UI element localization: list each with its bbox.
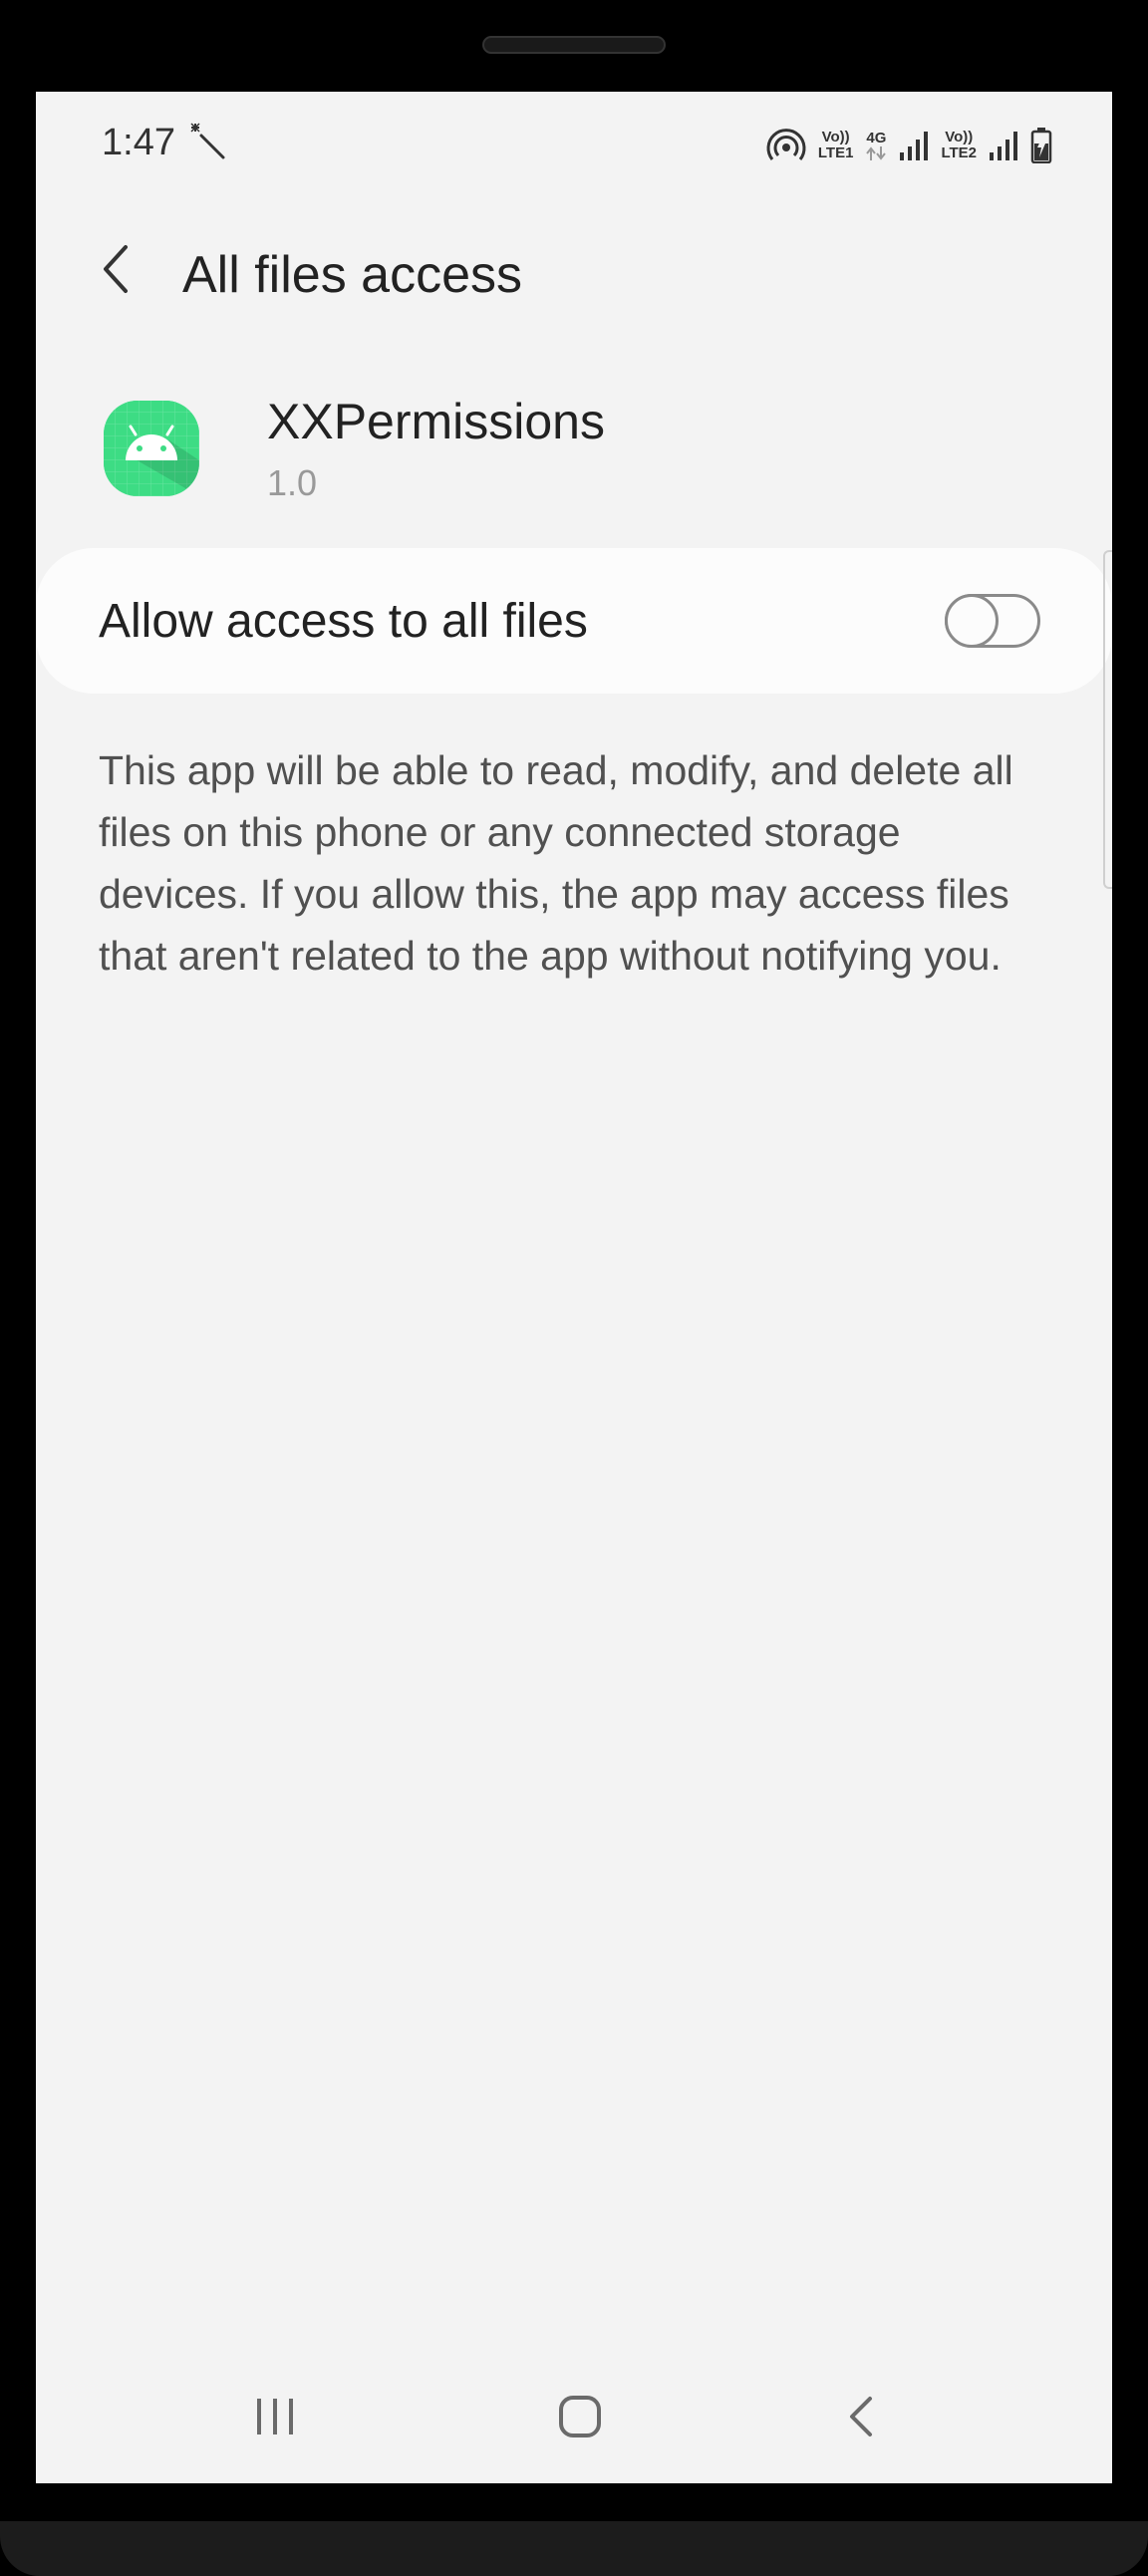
network-type-label: 4G xyxy=(866,130,887,146)
scroll-indicator xyxy=(1103,550,1112,889)
permission-description: This app will be able to read, modify, a… xyxy=(99,747,1013,979)
earpiece-speaker xyxy=(482,36,666,54)
nav-back-button[interactable] xyxy=(821,2384,901,2453)
volte-sim2-bottom: LTE2 xyxy=(941,144,977,161)
volte-sim2-top: Vo)) xyxy=(945,129,974,145)
toggle-knob xyxy=(945,594,999,648)
home-icon xyxy=(558,2395,602,2443)
signal-sim2-icon xyxy=(989,129,1018,162)
back-arrow-icon xyxy=(846,2395,876,2443)
android-robot-icon xyxy=(104,401,199,496)
home-button[interactable] xyxy=(540,2384,620,2453)
app-info: XXPermissions 1.0 xyxy=(36,381,1112,550)
status-icons: Vo)) LTE1 4G Vo)) LTE2 xyxy=(766,126,1052,165)
app-bar: All files access xyxy=(36,201,1112,341)
allow-all-files-toggle[interactable] xyxy=(945,594,1040,648)
status-bar: 1:47 Vo)) LTE1 4G Vo)) LTE2 xyxy=(36,92,1112,201)
chevron-left-icon xyxy=(98,241,134,302)
navigation-bar xyxy=(36,2354,1112,2483)
signal-sim1-icon xyxy=(899,129,929,162)
battery-charging-icon xyxy=(1030,128,1052,163)
phone-frame: 1:47 Vo)) LTE1 4G Vo)) LTE2 All files ac… xyxy=(0,0,1148,2576)
volte-sim2-indicator: Vo)) LTE2 xyxy=(941,130,977,161)
bottom-bezel xyxy=(0,2521,1148,2576)
network-type-indicator: 4G xyxy=(865,131,887,160)
data-arrows-icon xyxy=(865,146,887,160)
back-button[interactable] xyxy=(88,243,144,299)
magic-wand-icon xyxy=(187,122,227,161)
volte-sim1-indicator: Vo)) LTE1 xyxy=(818,130,854,161)
status-time: 1:47 xyxy=(102,122,175,163)
allow-all-files-label: Allow access to all files xyxy=(99,595,588,648)
volte-sim1-bottom: LTE1 xyxy=(817,144,854,161)
recent-apps-icon xyxy=(253,2397,297,2441)
screen: 1:47 Vo)) LTE1 4G Vo)) LTE2 All files ac… xyxy=(36,92,1112,2483)
recent-apps-button[interactable] xyxy=(235,2384,315,2453)
allow-all-files-setting[interactable]: Allow access to all files xyxy=(36,548,1112,694)
app-version: 1.0 xyxy=(267,462,318,503)
page-title: All files access xyxy=(182,246,522,304)
hotspot-icon xyxy=(766,126,806,165)
volte-sim1-top: Vo)) xyxy=(821,129,850,145)
app-name: XXPermissions xyxy=(267,394,605,449)
